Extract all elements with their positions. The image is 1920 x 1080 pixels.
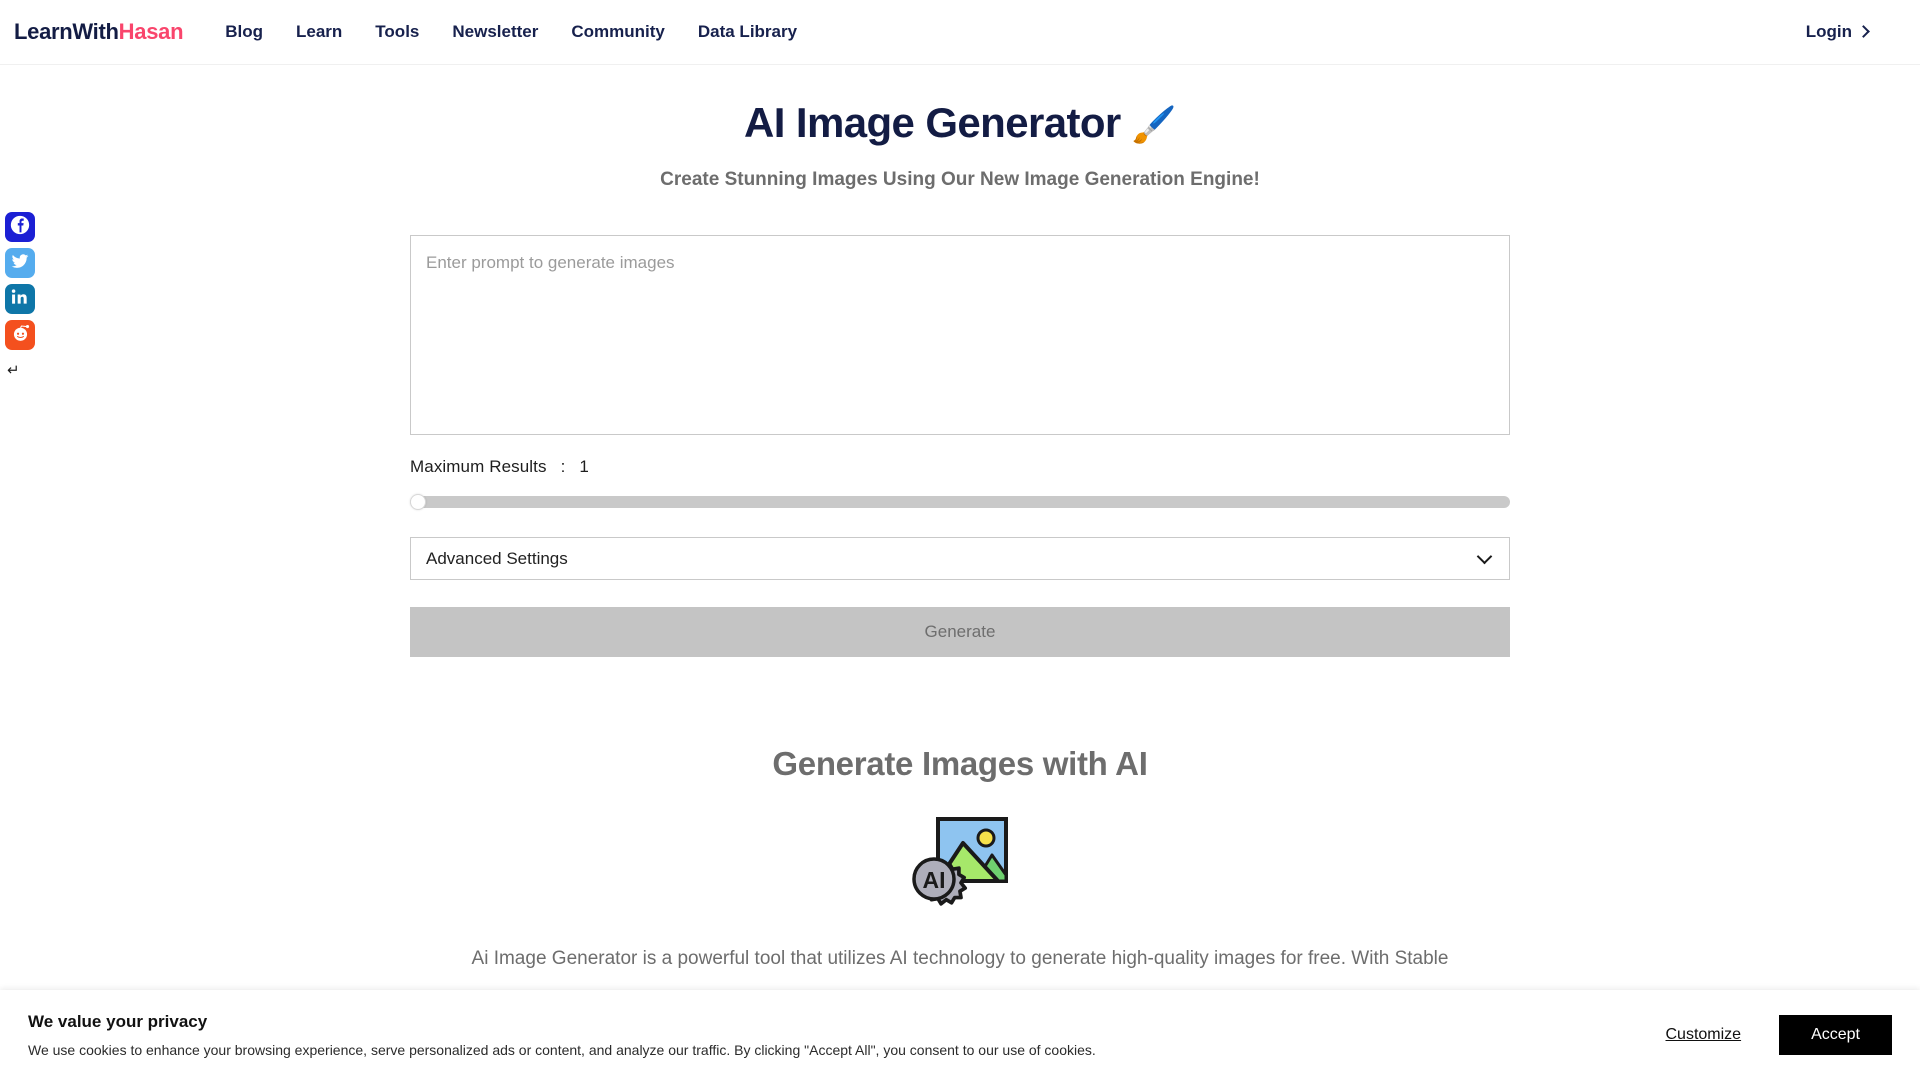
generator-form: Maximum Results : 1 Advanced Settings Ge… bbox=[410, 191, 1510, 657]
social-share-rail: ↵ bbox=[5, 212, 35, 378]
ai-image-generator-icon: AI bbox=[906, 813, 1014, 914]
login-button[interactable]: Login bbox=[1805, 22, 1870, 42]
site-logo[interactable]: LearnWithHasan bbox=[14, 19, 184, 45]
nav-item-learn[interactable]: Learn bbox=[296, 22, 342, 42]
share-facebook-button[interactable] bbox=[5, 212, 35, 242]
share-reddit-button[interactable] bbox=[5, 320, 35, 350]
nav-item-community[interactable]: Community bbox=[571, 22, 665, 42]
cookie-banner-description: We use cookies to enhance your browsing … bbox=[28, 1042, 1096, 1058]
facebook-icon bbox=[9, 214, 31, 241]
twitter-icon bbox=[10, 251, 30, 276]
slider-thumb[interactable] bbox=[410, 494, 426, 510]
chevron-down-icon bbox=[1476, 548, 1493, 565]
cookie-text-block: We value your privacy We use cookies to … bbox=[28, 1012, 1096, 1058]
max-results-row: Maximum Results : 1 bbox=[410, 457, 1510, 477]
nav-item-data-library[interactable]: Data Library bbox=[698, 22, 797, 42]
cookie-customize-button[interactable]: Customize bbox=[1660, 1025, 1748, 1045]
nav-item-blog[interactable]: Blog bbox=[225, 22, 263, 42]
logo-text-primary: LearnWith bbox=[14, 19, 119, 44]
advanced-settings-label: Advanced Settings bbox=[426, 548, 568, 568]
nav-item-tools[interactable]: Tools bbox=[375, 22, 419, 42]
page-title-text: AI Image Generator bbox=[744, 99, 1121, 146]
collapse-share-rail-icon[interactable]: ↵ bbox=[7, 363, 35, 378]
max-results-label: Maximum Results bbox=[410, 457, 547, 476]
page-title: AI Image Generator 🖌️ bbox=[0, 65, 1920, 147]
share-linkedin-button[interactable] bbox=[5, 284, 35, 314]
linkedin-icon bbox=[10, 287, 30, 312]
cookie-accept-button[interactable]: Accept bbox=[1779, 1015, 1892, 1055]
main-content: AI Image Generator 🖌️ Create Stunning Im… bbox=[0, 65, 1920, 974]
page-subtitle: Create Stunning Images Using Our New Ima… bbox=[660, 169, 1260, 190]
advanced-settings-select[interactable]: Advanced Settings bbox=[410, 537, 1510, 580]
chevron-right-icon bbox=[1857, 25, 1870, 38]
ai-image-illustration-wrap: AI bbox=[0, 813, 1920, 914]
nav-item-newsletter[interactable]: Newsletter bbox=[452, 22, 538, 42]
nav-links: Blog Learn Tools Newsletter Community Da… bbox=[225, 22, 797, 42]
cookie-banner-title: We value your privacy bbox=[28, 1012, 208, 1031]
max-results-slider[interactable] bbox=[410, 494, 1510, 510]
top-navbar: LearnWithHasan Blog Learn Tools Newslett… bbox=[0, 0, 1920, 65]
paintbrush-icon: 🖌️ bbox=[1131, 104, 1177, 145]
generate-button[interactable]: Generate bbox=[410, 607, 1510, 657]
logo-text-accent: Hasan bbox=[118, 19, 184, 44]
reddit-icon bbox=[10, 322, 31, 348]
share-twitter-button[interactable] bbox=[5, 248, 35, 278]
max-results-value: 1 bbox=[579, 457, 589, 476]
max-results-separator: : bbox=[560, 457, 566, 476]
cookie-consent-banner: We value your privacy We use cookies to … bbox=[0, 990, 1920, 1080]
slider-track[interactable] bbox=[410, 496, 1510, 508]
info-body-text: Ai Image Generator is a powerful tool th… bbox=[471, 948, 1449, 969]
svg-text:AI: AI bbox=[923, 867, 946, 893]
login-label: Login bbox=[1805, 22, 1852, 41]
prompt-input[interactable] bbox=[410, 235, 1510, 435]
section-title: Generate Images with AI bbox=[772, 745, 1148, 782]
cookie-banner-actions: Customize Accept bbox=[1660, 1015, 1892, 1055]
